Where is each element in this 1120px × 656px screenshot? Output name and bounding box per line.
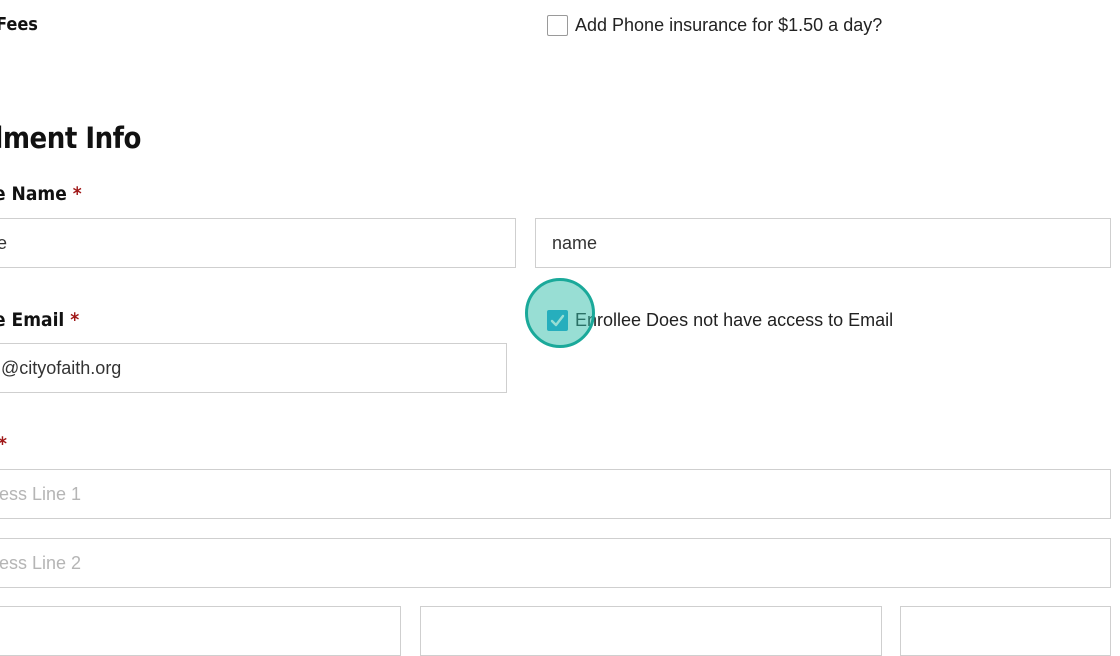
phone-insurance-label[interactable]: Add Phone insurance for $1.50 a day? [575, 15, 882, 36]
last-name-input[interactable] [535, 218, 1111, 268]
enrollment-info-heading: llment Info [0, 121, 141, 155]
address-line2-input[interactable] [0, 538, 1111, 588]
required-mark: * [0, 433, 7, 455]
enrollee-email-label: e Email * [0, 309, 79, 331]
fees-label: Fees [0, 14, 38, 35]
first-name-input[interactable] [0, 218, 516, 268]
zip-input[interactable] [900, 606, 1111, 656]
address-label: * [0, 433, 7, 455]
email-input[interactable] [0, 343, 507, 393]
enrollee-name-label: e Name * [0, 183, 82, 205]
city-input[interactable] [0, 606, 401, 656]
no-email-access-checkbox[interactable] [547, 310, 568, 331]
enrollee-name-label-text: e Name [0, 183, 67, 205]
checkmark-icon [550, 314, 565, 327]
required-mark: * [70, 309, 80, 331]
required-mark: * [72, 183, 82, 205]
enrollee-email-label-text: e Email [0, 309, 65, 331]
address-line1-input[interactable] [0, 469, 1111, 519]
state-input[interactable] [420, 606, 882, 656]
phone-insurance-checkbox[interactable] [547, 15, 568, 36]
no-email-access-label[interactable]: Enrollee Does not have access to Email [575, 310, 893, 331]
